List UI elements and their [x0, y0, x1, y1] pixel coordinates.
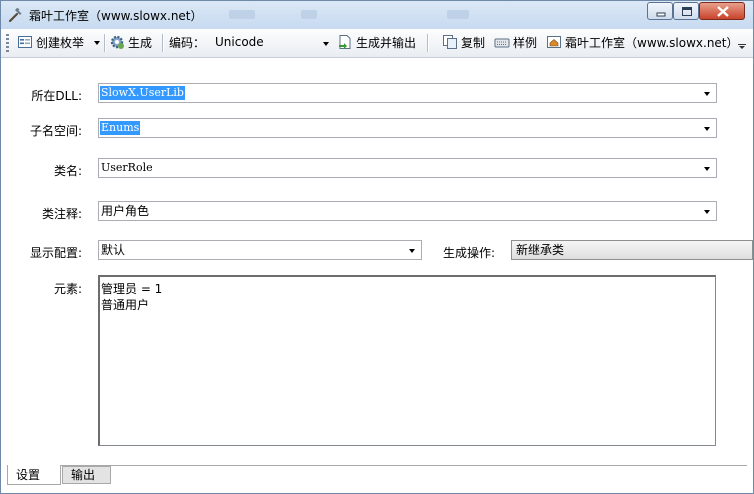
operation-value: 新继承类	[516, 243, 565, 257]
minimize-icon	[656, 12, 666, 17]
title-ghost-text	[447, 10, 469, 19]
class-label: 类名:	[53, 164, 82, 178]
display-select[interactable]: 默认	[98, 240, 422, 260]
gear-icon	[110, 35, 124, 49]
operation-label: 生成操作:	[443, 246, 496, 260]
bottom-tabstrip: 设置 输出	[7, 465, 747, 490]
dll-label: 所在DLL:	[31, 89, 82, 103]
elements-label: 元素:	[53, 282, 82, 296]
create-enum-label: 创建枚举	[36, 36, 85, 50]
sample-button[interactable]: 样例	[494, 34, 537, 52]
operation-select[interactable]: 新继承类	[511, 240, 753, 260]
elements-textarea[interactable]: 管理员 = 1 普通用户	[98, 275, 716, 446]
copy-label: 复制	[461, 36, 486, 50]
chevron-down-icon	[323, 42, 329, 46]
chevron-down-icon	[93, 41, 100, 45]
namespace-value: Enums	[100, 121, 141, 135]
display-label: 显示配置:	[29, 246, 82, 260]
studio-label: 霜叶工作室（www.slowx.net）	[565, 36, 739, 50]
hammer-icon	[8, 8, 22, 23]
home-icon	[547, 36, 561, 48]
title-bar[interactable]: 霜叶工作室（www.slowx.net）	[1, 1, 753, 29]
chevron-down-icon	[409, 249, 415, 253]
chevron-down-icon	[704, 167, 710, 171]
generate-button[interactable]: 生成	[109, 34, 152, 52]
namespace-select[interactable]: Enums	[98, 118, 717, 138]
title-ghost-text	[301, 10, 317, 19]
document-arrow-icon	[339, 35, 351, 49]
elements-line: 普通用户	[101, 298, 150, 312]
comment-select[interactable]: 用户角色	[98, 201, 717, 221]
chevron-down-icon	[704, 127, 710, 131]
tab-settings[interactable]: 设置	[7, 465, 61, 485]
chevron-down-icon	[704, 210, 710, 214]
class-value: UserRole	[101, 161, 153, 174]
namespace-label: 子名空间:	[29, 124, 82, 138]
elements-line: 管理员 = 1	[101, 282, 163, 296]
generate-label: 生成	[128, 36, 153, 50]
dll-value: SlowX.UserLib	[100, 86, 185, 100]
window-title: 霜叶工作室（www.slowx.net）	[29, 9, 203, 23]
create-enum-button[interactable]: 创建枚举	[17, 34, 100, 52]
app-window: 霜叶工作室（www.slowx.net） 创建枚举 生成 编码： Unicode	[0, 0, 754, 494]
toolbar-overflow-icon[interactable]	[737, 35, 747, 51]
copy-icon	[443, 35, 457, 49]
toolbar-separator	[104, 34, 106, 52]
toolbar: 创建枚举 生成 编码： Unicode 生成并输出 复制 样例 霜叶工作室（ww…	[1, 29, 753, 58]
close-icon	[717, 6, 729, 17]
form-icon	[18, 36, 32, 48]
comment-label: 类注释:	[41, 207, 82, 221]
sample-label: 样例	[513, 36, 538, 50]
toolbar-separator	[162, 34, 164, 52]
studio-link-button[interactable]: 霜叶工作室（www.slowx.net）	[546, 34, 739, 52]
copy-button[interactable]: 复制	[442, 34, 485, 52]
tab-output[interactable]: 输出	[62, 466, 111, 484]
minimize-button[interactable]	[647, 2, 673, 20]
encoding-value: Unicode	[215, 35, 264, 49]
chevron-down-icon	[704, 92, 710, 96]
comment-value: 用户角色	[101, 204, 150, 218]
close-button[interactable]	[699, 2, 745, 20]
toolbar-separator	[427, 34, 429, 52]
generate-output-button[interactable]: 生成并输出	[337, 34, 416, 52]
generate-output-label: 生成并输出	[356, 36, 417, 50]
encoding-select[interactable]: Unicode	[211, 33, 333, 53]
toolbar-grip[interactable]	[6, 34, 9, 52]
display-value: 默认	[101, 243, 126, 257]
encoding-label: 编码：	[169, 36, 206, 50]
maximize-icon	[682, 7, 692, 16]
maximize-button[interactable]	[673, 2, 699, 20]
title-ghost-text	[229, 10, 255, 19]
dll-select[interactable]: SlowX.UserLib	[98, 83, 717, 103]
keyboard-icon	[494, 38, 510, 48]
class-select[interactable]: UserRole	[98, 158, 717, 178]
